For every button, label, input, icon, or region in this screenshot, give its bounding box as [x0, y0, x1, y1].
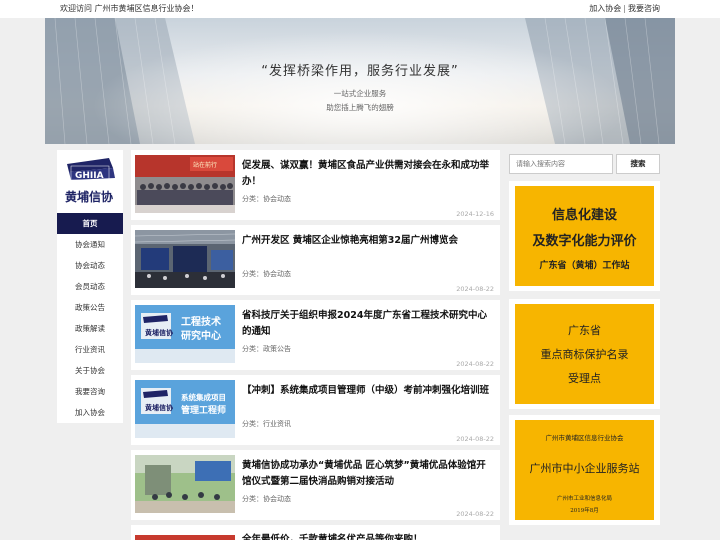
- news-thumbnail[interactable]: [135, 530, 235, 540]
- news-title[interactable]: 广州开发区 黄埔区企业惊艳亮相第32届广州博览会: [242, 233, 494, 249]
- news-date: 2024-08-22: [456, 360, 494, 368]
- hero-banner: “发挥桥梁作用，服务行业发展” 一站式企业服务 助您插上腾飞的翅膀: [45, 18, 675, 144]
- product-promo-image: [135, 535, 235, 540]
- opening-ceremony-image: [135, 455, 235, 513]
- welcome-text: 欢迎访问 广州市黄埔区信息行业协会！: [60, 4, 199, 13]
- join-association-link[interactable]: 加入协会: [589, 4, 621, 13]
- nav-item-policy-interpretation[interactable]: 政策解读: [57, 318, 123, 339]
- news-item[interactable]: 全年最低价，千款黄埔名优产品等你来购！: [131, 525, 500, 540]
- news-item[interactable]: 黄埔信协成功承办“黄埔优品 匠心筑梦”黄埔优品体验馆开馆仪式暨第二届快消品购销对…: [131, 450, 500, 520]
- ad-line: 受理点: [568, 372, 601, 385]
- news-date: 2024-08-22: [456, 435, 494, 443]
- nav-item-home[interactable]: 首页: [57, 213, 123, 234]
- svg-text:站在前行: 站在前行: [193, 161, 217, 169]
- svg-text:黄埔信协: 黄埔信协: [65, 189, 113, 204]
- expo-photo-image: [135, 230, 235, 288]
- event-photo-image: 站在前行: [135, 155, 235, 213]
- ad-line: 重点商标保护名录: [540, 348, 629, 361]
- news-thumbnail[interactable]: 站在前行: [135, 155, 235, 213]
- news-category: 分类：协会动态: [242, 270, 291, 278]
- news-thumbnail[interactable]: 黄埔信协 系统集成项目 管理工程师: [135, 380, 235, 438]
- nav-item-join[interactable]: 加入协会: [57, 402, 123, 423]
- svg-text:工程技术: 工程技术: [181, 315, 221, 328]
- sme-service-station-ad[interactable]: 广州市黄埔区信息行业协会 广州市中小企业服务站 广州市工业和信息化局 2019年…: [509, 415, 660, 525]
- ghiia-logo-icon: GHIIA 黄埔信协: [65, 158, 115, 204]
- left-sidebar: GHIIA 黄埔信协 首页 协会通知 协会动态 会员动态 政策公告 政策解读 行…: [57, 150, 123, 423]
- association-logo[interactable]: GHIIA 黄埔信协: [61, 156, 119, 208]
- news-item[interactable]: 广州开发区 黄埔区企业惊艳亮相第32届广州博览会 分类：协会动态 2024-08…: [131, 225, 500, 295]
- svg-text:黄埔信协: 黄埔信协: [145, 328, 173, 337]
- ad-line: 2019年8月: [570, 508, 599, 514]
- svg-text:黄埔信协: 黄埔信协: [145, 403, 173, 412]
- ad-line: 广东省（黄埔）工作站: [539, 261, 630, 271]
- nav-item-industry-news[interactable]: 行业资讯: [57, 339, 123, 360]
- ad-line: 信息化建设: [551, 208, 617, 223]
- nav-item-member-news[interactable]: 会员动态: [57, 276, 123, 297]
- nav-item-policy-announcements[interactable]: 政策公告: [57, 297, 123, 318]
- svg-text:研究中心: 研究中心: [181, 329, 221, 342]
- nav-item-association-news[interactable]: 协会动态: [57, 255, 123, 276]
- news-title[interactable]: 促发展、谋双赢！黄埔区食品产业供需对接会在永和成功举办！: [242, 158, 494, 190]
- news-date: 2024-12-16: [456, 210, 494, 218]
- search-input[interactable]: [509, 154, 613, 174]
- news-item[interactable]: 黄埔信协 系统集成项目 管理工程师 【冲刺】系统集成项目管理师（中级）考前冲刺强…: [131, 375, 500, 445]
- banner-subtitle-1: 一站式企业服务: [333, 89, 387, 98]
- svg-text:GHIIA: GHIIA: [75, 171, 104, 181]
- ad-line: 及数字化能力评价: [532, 234, 637, 249]
- engineering-center-image: 黄埔信协 工程技术 研究中心: [135, 305, 235, 363]
- banner-slogan: “发挥桥梁作用，服务行业发展”: [261, 64, 459, 79]
- nav-item-consult[interactable]: 我要咨询: [57, 381, 123, 402]
- news-thumbnail[interactable]: [135, 230, 235, 288]
- news-title[interactable]: 省科技厅关于组织申报2024年度广东省工程技术研究中心的通知: [242, 308, 494, 340]
- svg-text:系统集成项目: 系统集成项目: [181, 392, 226, 402]
- system-integration-image: 黄埔信协 系统集成项目 管理工程师: [135, 380, 235, 438]
- news-category: 分类：政策公告: [242, 345, 291, 353]
- news-item[interactable]: 黄埔信协 工程技术 研究中心 省科技厅关于组织申报2024年度广东省工程技术研究…: [131, 300, 500, 370]
- banner-subtitle-2: 助您插上腾飞的翅膀: [326, 103, 394, 112]
- news-title[interactable]: 全年最低价，千款黄埔名优产品等你来购！: [242, 532, 494, 540]
- news-date: 2024-08-22: [456, 510, 494, 518]
- news-title[interactable]: 【冲刺】系统集成项目管理师（中级）考前冲刺强化培训班: [242, 383, 494, 399]
- news-category: 分类：协会动态: [242, 195, 291, 203]
- top-bar: 欢迎访问 广州市黄埔区信息行业协会！ 加入协会 | 我要咨询: [0, 0, 720, 18]
- news-thumbnail[interactable]: [135, 455, 235, 513]
- main-nav: 首页 协会通知 协会动态 会员动态 政策公告 政策解读 行业资讯 关于协会 我要…: [57, 213, 123, 423]
- top-links-separator: |: [623, 4, 626, 13]
- nav-item-about[interactable]: 关于协会: [57, 360, 123, 381]
- top-links: 加入协会 | 我要咨询: [589, 3, 660, 14]
- ad-line: 广州市中小企业服务站: [529, 462, 640, 475]
- digitalization-station-ad[interactable]: 信息化建设 及数字化能力评价 广东省（黄埔）工作站: [509, 181, 660, 291]
- ad-line: 广东省: [568, 324, 601, 337]
- trademark-protection-ad[interactable]: 广东省 重点商标保护名录 受理点: [509, 299, 660, 409]
- search-button[interactable]: 搜索: [616, 154, 660, 174]
- news-date: 2024-08-22: [456, 285, 494, 293]
- consult-link[interactable]: 我要咨询: [628, 4, 660, 13]
- news-category: 分类：行业资讯: [242, 420, 291, 428]
- ad-line: 广州市黄埔区信息行业协会: [545, 434, 624, 442]
- news-item[interactable]: 站在前行 促发展、谋双赢！黄埔区食品产业供需对接会在永和成功举办！ 分类：协会动…: [131, 150, 500, 220]
- svg-text:管理工程师: 管理工程师: [181, 404, 226, 416]
- news-title[interactable]: 黄埔信协成功承办“黄埔优品 匠心筑梦”黄埔优品体验馆开馆仪式暨第二届快消品购销对…: [242, 458, 494, 490]
- nav-item-notices[interactable]: 协会通知: [57, 234, 123, 255]
- news-category: 分类：协会动态: [242, 495, 291, 503]
- news-thumbnail[interactable]: 黄埔信协 工程技术 研究中心: [135, 305, 235, 363]
- ad-line: 广州市工业和信息化局: [556, 496, 612, 502]
